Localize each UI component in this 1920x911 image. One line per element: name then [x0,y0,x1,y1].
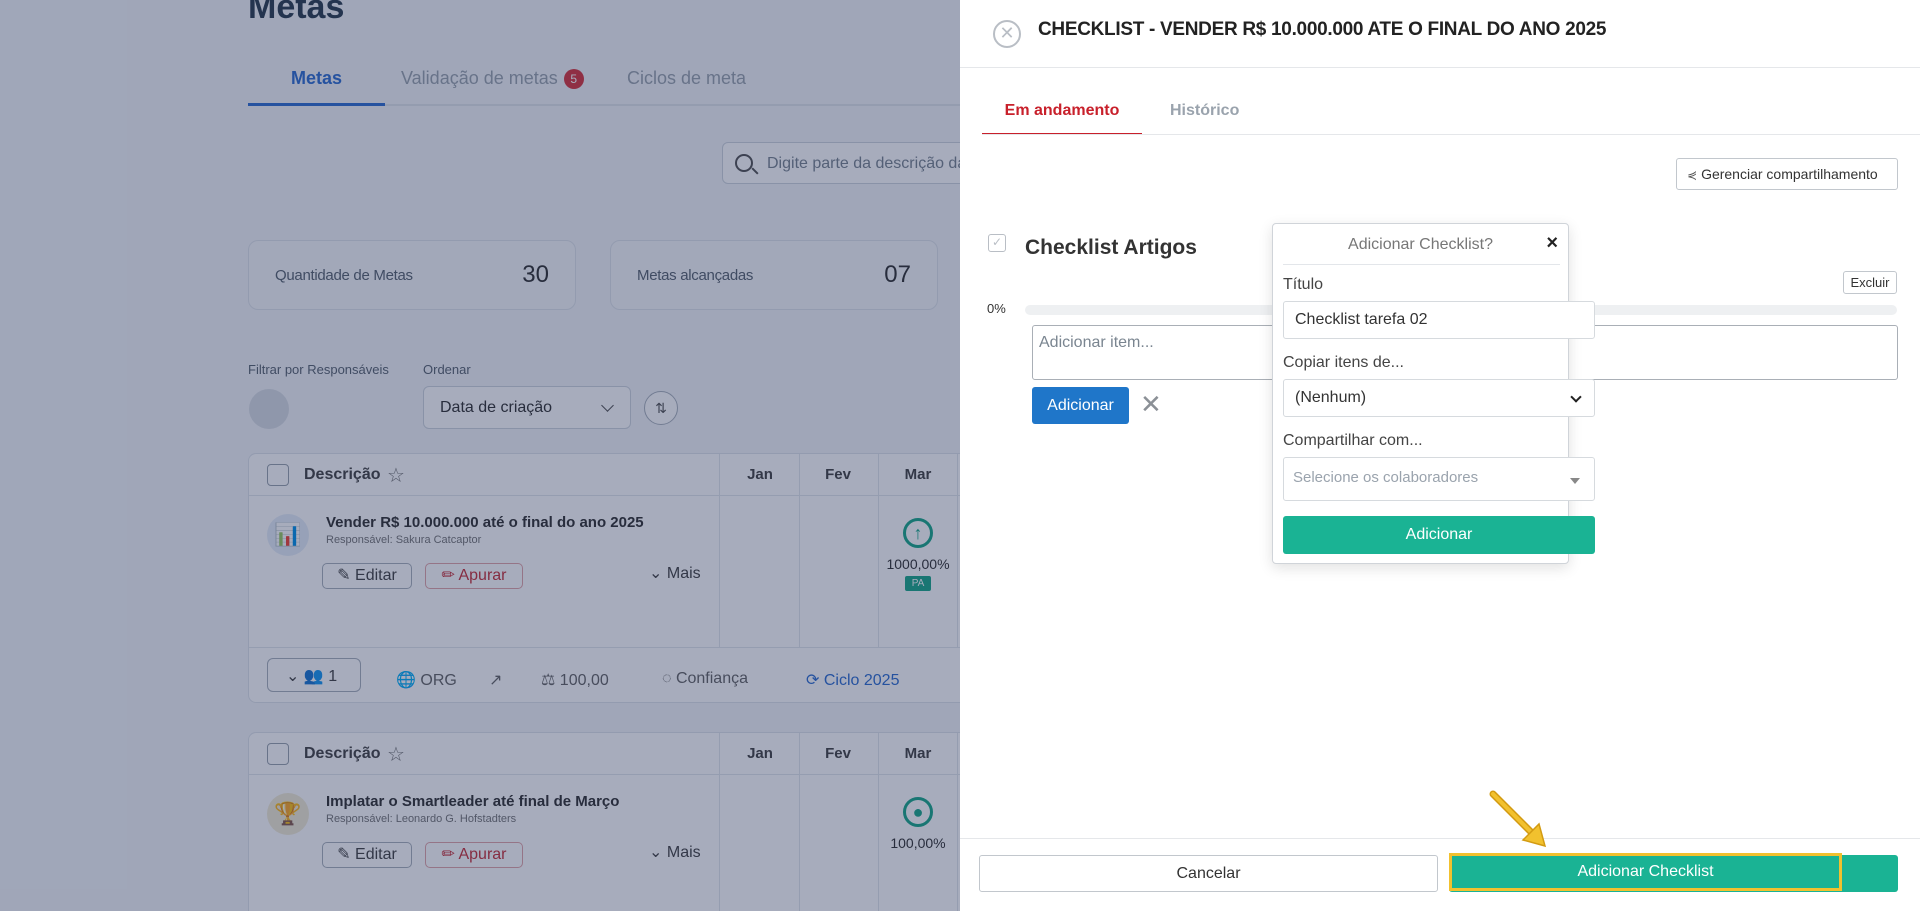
checklist-panel: ✕ CHECKLIST - VENDER R$ 10.000.000 ATE O… [960,0,1920,911]
share-with-label: Compartilhar com... [1283,432,1423,449]
progress-text: 0% [987,301,1006,316]
divider [960,67,1920,68]
divider [1283,264,1560,265]
tab-em-andamento[interactable]: Em andamento [982,102,1142,135]
checkbox-icon: ✓ [988,234,1006,252]
popover-add-button[interactable]: Adicionar [1283,516,1595,554]
share-icon: ⋞ [1687,168,1698,182]
share-label: Gerenciar compartilhamento [1701,166,1878,182]
titulo-input[interactable]: Checklist tarefa 02 [1283,301,1595,339]
pointer-arrow-icon [1489,790,1547,848]
divider [960,838,1920,839]
checklist-title: Checklist Artigos [1025,236,1197,259]
modal-overlay[interactable] [0,0,960,911]
delete-button[interactable]: Excluir [1843,271,1897,294]
collaborators-select[interactable]: Selecione os colaboradores [1283,457,1595,501]
close-icon[interactable]: ✕ [1140,389,1162,419]
close-icon[interactable]: ✕ [993,20,1021,48]
close-icon[interactable]: × [1546,232,1558,255]
add-item-button[interactable]: Adicionar [1032,387,1129,424]
add-checklist-button[interactable]: Adicionar Checklist [1449,853,1842,891]
add-item-placeholder: Adicionar item... [1039,334,1154,351]
tab-historico[interactable]: Histórico [1170,102,1239,120]
add-checklist-popover: Adicionar Checklist? × Título Checklist … [1272,223,1595,564]
cancel-button[interactable]: Cancelar [979,855,1438,892]
divider [982,134,1920,135]
popover-title: Adicionar Checklist? [1348,236,1493,253]
copy-label: Copiar itens de... [1283,354,1404,371]
copy-select[interactable]: (Nenhum) [1283,379,1595,417]
share-management-button[interactable]: ⋞ Gerenciar compartilhamento [1676,158,1898,190]
panel-title: CHECKLIST - VENDER R$ 10.000.000 ATE O F… [1038,19,1607,40]
titulo-label: Título [1283,276,1324,293]
